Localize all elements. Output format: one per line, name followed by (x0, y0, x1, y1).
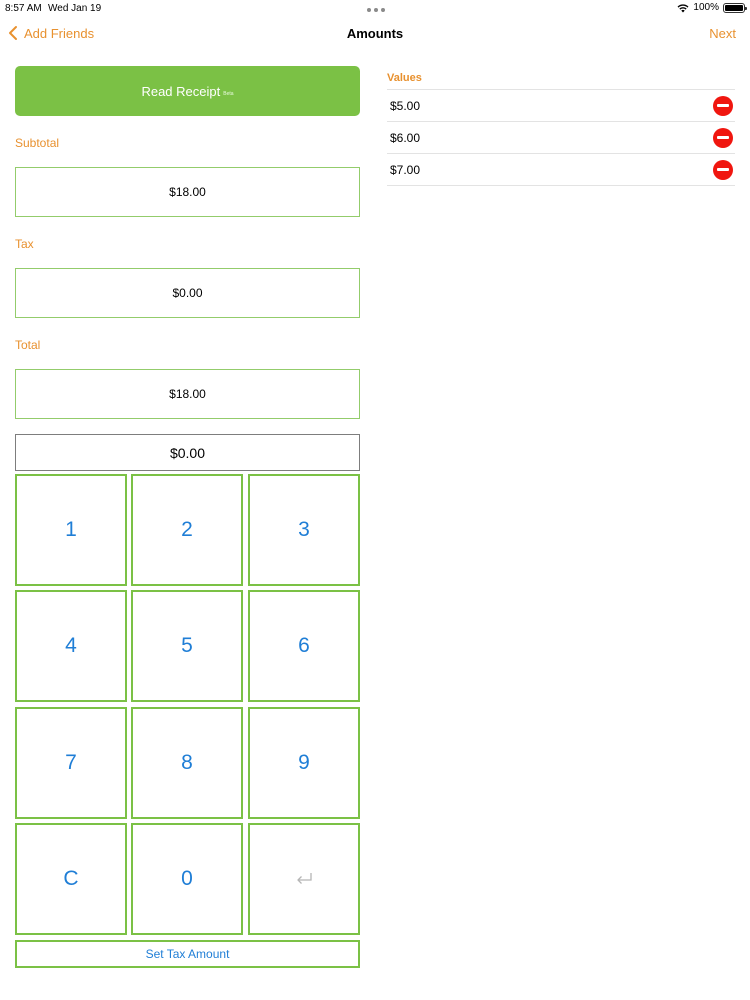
read-receipt-button[interactable]: Read Receipt Beta (15, 66, 360, 116)
beta-badge: Beta (223, 90, 234, 97)
next-button[interactable]: Next (709, 26, 736, 41)
value-amount: $7.00 (390, 162, 421, 177)
key-9[interactable]: 9 (248, 707, 360, 819)
nav-bar: Add Friends Amounts Next (0, 20, 750, 48)
remove-icon[interactable] (713, 159, 733, 180)
battery-percent: 100% (693, 2, 719, 13)
list-item: $6.00 (387, 122, 735, 154)
subtotal-field[interactable]: $18.00 (15, 167, 360, 217)
total-label: Total (15, 338, 41, 352)
status-time: 8:57 AM (5, 3, 42, 14)
list-item: $5.00 (387, 90, 735, 122)
values-list: $5.00 $6.00 $7.00 (387, 89, 735, 186)
key-1[interactable]: 1 (15, 474, 127, 586)
key-6[interactable]: 6 (248, 590, 360, 702)
battery-icon (723, 2, 747, 13)
key-5[interactable]: 5 (131, 590, 243, 702)
subtotal-label: Subtotal (15, 136, 60, 150)
status-right: 100% (677, 2, 747, 13)
key-clear[interactable]: C (15, 823, 127, 935)
tax-label: Tax (15, 237, 34, 251)
key-4[interactable]: 4 (15, 590, 127, 702)
remove-icon[interactable] (713, 95, 733, 116)
read-receipt-label: Read Receipt (141, 83, 221, 99)
key-0[interactable]: 0 (131, 823, 243, 935)
value-amount: $5.00 (390, 98, 421, 113)
return-arrow-icon (297, 873, 312, 884)
key-enter[interactable] (248, 823, 360, 935)
key-8[interactable]: 8 (131, 707, 243, 819)
remove-icon[interactable] (713, 127, 733, 148)
key-3[interactable]: 3 (248, 474, 360, 586)
status-bar: 8:57 AM Wed Jan 19 100% (0, 0, 750, 16)
key-2[interactable]: 2 (131, 474, 243, 586)
page-title: Amounts (346, 26, 404, 41)
values-header: Values (387, 72, 422, 84)
multitasking-dots-icon[interactable] (367, 8, 385, 12)
total-field[interactable]: $18.00 (15, 369, 360, 419)
status-date: Wed Jan 19 (48, 3, 102, 14)
list-item: $7.00 (387, 154, 735, 186)
entry-display: $0.00 (15, 434, 360, 471)
wifi-icon (677, 4, 689, 12)
tax-field[interactable]: $0.00 (15, 268, 360, 318)
value-amount: $6.00 (390, 130, 421, 145)
set-tax-amount-button[interactable]: Set Tax Amount (15, 940, 360, 968)
key-7[interactable]: 7 (15, 707, 127, 819)
